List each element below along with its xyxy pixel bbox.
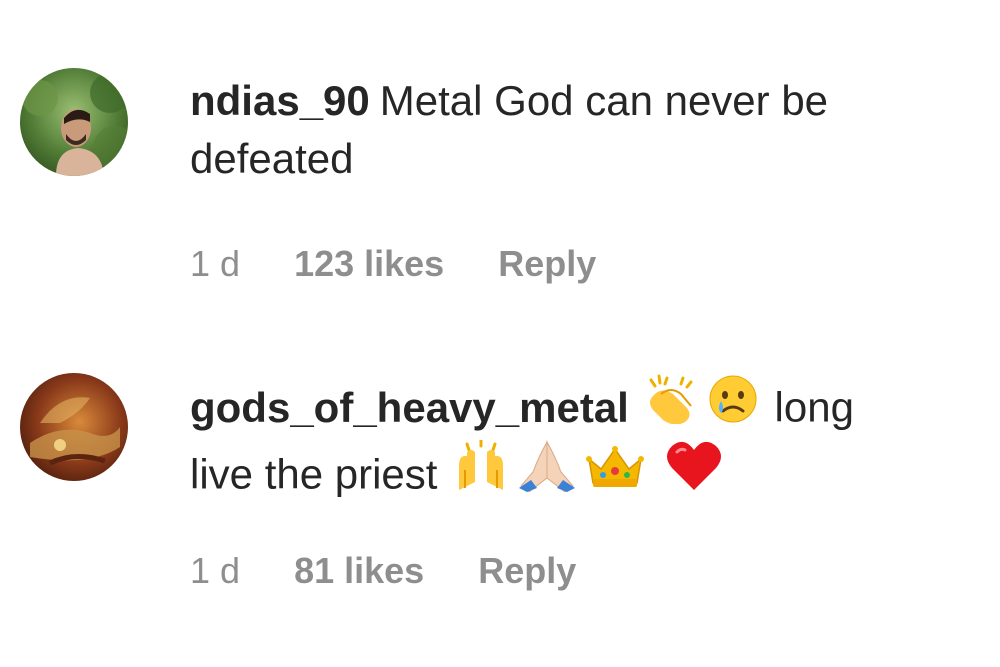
comment-body-part1: long [774,383,854,431]
comment-username[interactable]: ndias_90 [190,77,370,124]
raising-hands-icon [453,438,509,507]
reply-button[interactable]: Reply [478,550,576,592]
comment-body-part2: live the priest [190,450,438,498]
crying-face-icon [707,373,759,440]
clapping-hands-icon [643,374,699,439]
comment-likes[interactable]: 81 likes [294,550,424,592]
praying-hands-icon [517,440,577,507]
reply-button[interactable]: Reply [498,243,596,285]
avatar[interactable] [20,68,128,176]
comment-body-line2: defeated [190,135,354,182]
comment-text: ndias_90 Metal God can never be defeated [190,72,950,188]
comment-username[interactable]: gods_of_heavy_metal [190,384,629,431]
comment-time: 1 d [190,243,241,284]
comment-likes[interactable]: 123 likes [294,243,444,285]
crown-icon [585,443,645,504]
avatar[interactable] [20,373,128,481]
comment-text: gods_of_heavy_metal long live the priest [190,374,950,511]
comment-meta: 1 d 123 likes Reply [190,243,596,285]
comment-time: 1 d [190,550,241,591]
red-heart-icon [665,440,723,507]
comment-body-line1: Metal God can never be [379,77,829,124]
comment-meta: 1 d 81 likes Reply [190,550,576,592]
